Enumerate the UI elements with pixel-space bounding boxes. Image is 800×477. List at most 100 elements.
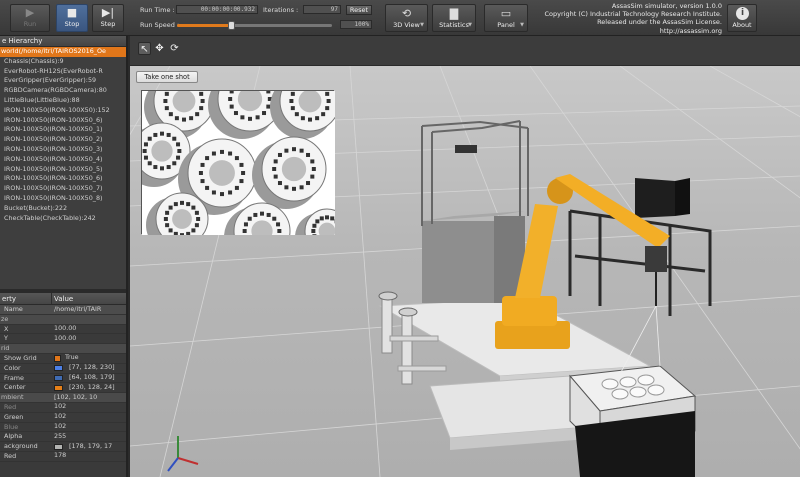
property-value[interactable]: /home/itri/TAIR: [52, 305, 126, 314]
cup-tooth: [260, 211, 264, 216]
take-one-shot-button[interactable]: Take one shot: [136, 71, 198, 83]
cup-tooth: [290, 106, 295, 111]
property-value[interactable]: 178: [52, 452, 126, 461]
property-value[interactable]: 255: [52, 432, 126, 441]
property-row[interactable]: Alpha 255: [0, 432, 126, 443]
cup-tooth: [292, 186, 296, 191]
3d-view-button[interactable]: ⟲ 3D View ▼: [385, 4, 428, 32]
cup-tooth: [266, 89, 271, 94]
property-row[interactable]: ze: [0, 314, 126, 325]
property-row[interactable]: Frame [64, 108, 179]: [0, 374, 126, 384]
property-row[interactable]: Center [230, 128, 24]: [0, 383, 126, 394]
move-tool-icon[interactable]: ✥: [153, 42, 166, 55]
property-value-text: 102: [54, 422, 67, 431]
checkbox[interactable]: [54, 354, 61, 362]
tree-item[interactable]: CheckTable(CheckTable):242: [0, 214, 126, 224]
cup-tooth: [143, 155, 148, 160]
property-row[interactable]: ackground [178, 179, 17: [0, 442, 126, 452]
tree-item[interactable]: IRON-100X50(IRON-100X50_6): [0, 174, 126, 184]
cup-tooth: [290, 91, 295, 96]
property-value[interactable]: [230, 128, 24]: [52, 383, 126, 392]
tree-item[interactable]: LittleBlue(LittleBlue):88: [0, 96, 126, 106]
tree-item[interactable]: IRON-100X50(IRON-100X50_7): [0, 184, 126, 194]
property-row[interactable]: Red 178: [0, 452, 126, 462]
tree-item[interactable]: IRON-100X50(IRON-100X50_4): [0, 155, 126, 165]
cup-tooth: [229, 89, 234, 94]
cup-tooth: [242, 229, 247, 233]
tree-item[interactable]: IRON-100X50(IRON-100X50_3): [0, 145, 126, 155]
cup-tooth: [234, 156, 239, 161]
tree-item[interactable]: IRON-100X50(IRON-100X50_8): [0, 194, 126, 204]
cup-tooth: [164, 106, 169, 111]
stop-button[interactable]: ■ Stop: [56, 4, 88, 32]
property-row[interactable]: Color [77, 128, 230]: [0, 364, 126, 374]
cup-tooth: [194, 210, 199, 215]
info-icon: i: [736, 7, 749, 20]
cup-tooth: [176, 155, 181, 160]
property-row[interactable]: Name/home/itri/TAIR: [0, 305, 126, 315]
property-row[interactable]: mbient [102, 102, 10: [0, 393, 126, 403]
property-value[interactable]: 100.00: [52, 334, 126, 343]
property-row[interactable]: Green 102: [0, 413, 126, 423]
property-row[interactable]: rid: [0, 344, 126, 354]
property-row[interactable]: Blue 102: [0, 423, 126, 433]
property-row[interactable]: Y 100.00: [0, 334, 126, 345]
tree-item[interactable]: EverRobot-RH12S(EverRobot-R: [0, 67, 126, 77]
property-value[interactable]: [102, 102, 10: [52, 393, 126, 402]
property-table[interactable]: Name/home/itri/TAIR ze X 100.00 Y 100.00 rid Sh…: [0, 305, 126, 462]
property-row[interactable]: X 100.00: [0, 325, 126, 335]
about-button[interactable]: i About: [727, 4, 757, 32]
color-swatch[interactable]: [54, 384, 63, 391]
property-value[interactable]: True: [52, 354, 126, 363]
property-value[interactable]: [77, 128, 230]: [52, 364, 126, 373]
color-swatch[interactable]: [54, 365, 63, 372]
run-button[interactable]: ▶ Run: [10, 4, 50, 32]
property-value[interactable]: [64, 108, 179]: [52, 374, 126, 383]
property-value[interactable]: [52, 344, 126, 353]
property-row[interactable]: Show Grid True: [0, 354, 126, 364]
cup-tooth: [173, 231, 178, 236]
tree-item[interactable]: IRON-100X50(IRON-100X50_1): [0, 125, 126, 135]
step-button[interactable]: ▶| Step: [92, 4, 124, 32]
run-speed-handle[interactable]: [228, 21, 236, 30]
tree-item[interactable]: IRON-100X50(IRON-100X50_2): [0, 135, 126, 145]
reset-button[interactable]: Reset: [346, 5, 372, 15]
property-value[interactable]: 102: [52, 403, 126, 412]
cup-tooth: [306, 152, 311, 157]
hierarchy-tree[interactable]: world(/home/itri/TAIROS2016_Oe Chassis(Ch…: [0, 47, 126, 289]
rotate-tool-icon[interactable]: ⟳: [168, 42, 181, 55]
select-cursor-icon[interactable]: ↖: [138, 42, 151, 55]
color-swatch[interactable]: [54, 443, 63, 450]
tree-item[interactable]: IRON-100X50(IRON-100X50):152: [0, 106, 126, 116]
property-key: rid: [1, 344, 10, 353]
cup-tooth: [248, 116, 252, 121]
tree-item[interactable]: RGBDCamera(RGBDCamera):80: [0, 86, 126, 96]
cup-tooth: [200, 99, 205, 103]
tree-item[interactable]: Chassis(Chassis):9: [0, 57, 126, 67]
value-column-header: Value: [54, 295, 74, 303]
tree-item[interactable]: IRON-100X50(IRON-100X50_6): [0, 116, 126, 126]
cup-tooth: [299, 185, 304, 190]
property-key: Name: [4, 305, 23, 313]
cup-tooth: [321, 112, 326, 117]
tree-item[interactable]: IRON-100X50(IRON-100X50_5): [0, 165, 126, 175]
property-value[interactable]: 100.00: [52, 325, 126, 334]
run-speed-slider[interactable]: [177, 21, 332, 30]
panel-button[interactable]: ▭ Panel ▼: [484, 4, 528, 32]
chevron-down-icon: ▼: [468, 22, 472, 28]
property-value-text: 100.00: [54, 324, 77, 333]
statistics-button[interactable]: ▇ Statistics ▼: [432, 4, 476, 32]
tree-item-world[interactable]: world(/home/itri/TAIROS2016_Oe: [0, 47, 126, 57]
tree-item[interactable]: EverGripper(EverGripper):59: [0, 76, 126, 86]
color-swatch[interactable]: [54, 374, 63, 381]
property-value[interactable]: [178, 179, 17: [52, 442, 126, 451]
property-key: Show Grid: [4, 353, 37, 362]
property-value[interactable]: 102: [52, 423, 126, 432]
cup-tooth: [266, 104, 271, 109]
cup-tooth: [196, 217, 201, 221]
property-row[interactable]: Red 102: [0, 403, 126, 413]
property-value[interactable]: 102: [52, 413, 126, 422]
property-value[interactable]: [52, 315, 126, 324]
cup-tooth: [168, 205, 173, 210]
tree-item[interactable]: Bucket(Bucket):222: [0, 204, 126, 214]
